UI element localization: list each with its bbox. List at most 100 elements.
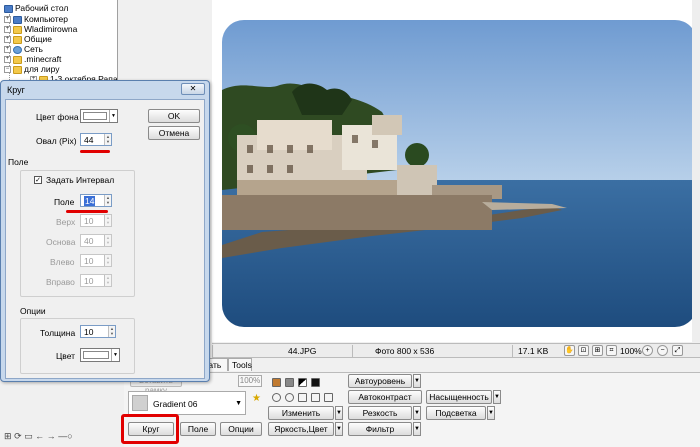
zoom-in-icon[interactable]: + — [642, 345, 653, 356]
bg-color-swatch — [83, 112, 107, 120]
preview-scrollbar[interactable] — [692, 0, 700, 342]
rotate-right-icon[interactable] — [285, 393, 294, 402]
back-arrow-icon[interactable]: ← — [35, 431, 44, 441]
set-interval-label: Задать Интервал — [46, 175, 115, 185]
contrast-icon[interactable] — [298, 378, 307, 387]
options-group-title: Опции — [20, 306, 46, 316]
status-filename: 44.JPG — [288, 346, 317, 356]
fit-window-icon[interactable]: ⊞ — [592, 345, 603, 356]
zoom-fit-icon[interactable]: ⊡ — [578, 345, 589, 356]
hand-icon[interactable]: ✋ — [564, 345, 575, 356]
highlight-button[interactable]: Подсветка — [426, 406, 486, 420]
expand-icon[interactable]: + — [4, 16, 11, 24]
expand-icon[interactable]: + — [4, 56, 11, 64]
saturation-button[interactable]: Насыщенность — [426, 390, 492, 404]
change-button[interactable]: Изменить — [268, 406, 334, 420]
bg-color-label: Цвет фона — [36, 112, 79, 122]
network-icon — [13, 45, 22, 54]
left-label: Влево — [50, 257, 75, 267]
status-dimensions: Фото 800 x 536 — [375, 346, 435, 356]
tab-tools[interactable]: Tools — [228, 358, 252, 371]
image-preview[interactable] — [212, 0, 700, 342]
mirror-icon[interactable] — [311, 393, 320, 402]
change-dropdown[interactable]: ▼ — [335, 406, 343, 420]
user-folder-icon — [13, 25, 22, 34]
folder-open-icon[interactable]: ▭ — [24, 431, 33, 441]
sharpness-dropdown[interactable]: ▼ — [413, 406, 421, 420]
spin-arrows-icon[interactable]: ▲ ▼ — [104, 195, 111, 206]
bottom-input[interactable]: 40 ▲ ▼ — [80, 234, 112, 247]
crop-icon[interactable]: ⌗ — [606, 345, 617, 356]
rotate-left-icon[interactable] — [272, 393, 281, 402]
ok-button[interactable]: OK — [148, 109, 200, 123]
chevron-down-icon: ▼ — [235, 400, 242, 407]
saturation-dropdown[interactable]: ▼ — [493, 390, 501, 404]
color-swatch-icon[interactable] — [272, 378, 281, 387]
field-input[interactable]: 14 ▲ ▼ — [80, 194, 112, 207]
line-color-swatch — [83, 351, 109, 359]
slider-icon[interactable]: —○ — [58, 431, 72, 441]
spin-arrows-icon[interactable]: ▲ ▼ — [104, 215, 111, 226]
expand-icon[interactable]: + — [4, 36, 11, 44]
spin-arrows-icon[interactable]: ▲ ▼ — [104, 134, 111, 145]
forward-arrow-icon[interactable]: → — [47, 431, 56, 441]
resize-icon[interactable] — [324, 393, 333, 402]
fullscreen-icon[interactable]: ⤢ — [672, 345, 683, 356]
brightness-dropdown[interactable]: ▼ — [335, 422, 343, 436]
expand-icon[interactable]: + — [4, 46, 11, 54]
thickness-input[interactable]: 10 ▲ ▼ — [80, 325, 116, 338]
filter-dropdown[interactable]: ▼ — [413, 422, 421, 436]
gradient-select[interactable]: Gradient 06 ▼ — [128, 391, 246, 415]
spin-arrows-icon[interactable]: ▲ ▼ — [108, 326, 115, 337]
highlight-dropdown[interactable]: ▼ — [487, 406, 495, 420]
status-bar: 44.JPG Фото 800 x 536 17.1 KB ✋ ⊡ ⊞ ⌗ 10… — [212, 343, 700, 358]
flip-icon[interactable] — [298, 393, 307, 402]
star-icon[interactable]: ★ — [252, 393, 261, 404]
spin-arrows-icon[interactable]: ▲ ▼ — [104, 235, 111, 246]
cancel-button[interactable]: Отмена — [148, 126, 200, 140]
right-label: Вправо — [46, 277, 75, 287]
expand-icon[interactable]: + — [4, 26, 11, 34]
close-icon[interactable]: ✕ — [181, 83, 205, 95]
collapse-icon[interactable]: − — [4, 66, 11, 74]
highlight-annotation-ring — [121, 414, 179, 444]
brightness-color-button[interactable]: Яркость,Цвет — [268, 422, 334, 436]
zoom-out-icon[interactable]: − — [657, 345, 668, 356]
line-color-picker[interactable]: ▼ — [80, 348, 120, 362]
auto-contrast-button[interactable]: Автоконтраст — [348, 390, 422, 404]
set-interval-checkbox[interactable]: ✓ — [34, 176, 42, 184]
gray-swatch-icon[interactable] — [285, 378, 294, 387]
auto-level-dropdown[interactable]: ▼ — [413, 374, 421, 388]
options-button[interactable]: Опции — [220, 422, 262, 436]
folder-icon — [13, 65, 22, 74]
refresh-icon[interactable]: ⟳ — [14, 431, 22, 441]
bg-color-picker[interactable]: ▼ — [80, 109, 118, 123]
dialog-title: Круг — [7, 85, 25, 95]
status-filesize: 17.1 KB — [518, 346, 549, 356]
folder-icon — [13, 55, 22, 64]
right-input[interactable]: 10 ▲ ▼ — [80, 274, 112, 287]
options-group — [20, 318, 135, 374]
sharpness-button[interactable]: Резкость — [348, 406, 412, 420]
underline-annotation — [80, 150, 110, 153]
auto-level-button[interactable]: Автоуровень — [348, 374, 412, 388]
field-group — [20, 170, 135, 297]
top-input[interactable]: 10 ▲ ▼ — [80, 214, 112, 227]
color-label: Цвет — [56, 351, 76, 361]
oval-input[interactable]: 44 ▲ ▼ — [80, 133, 112, 146]
thickness-label: Толщина — [40, 328, 76, 338]
top-label: Верх — [56, 217, 76, 227]
field-button[interactable]: Поле — [180, 422, 216, 436]
left-input[interactable]: 10 ▲ ▼ — [80, 254, 112, 267]
spin-arrows-icon[interactable]: ▲ ▼ — [104, 275, 111, 286]
filter-button[interactable]: Фильтр — [348, 422, 412, 436]
expand-icon[interactable]: ⊞ — [4, 431, 12, 441]
invert-icon[interactable] — [311, 378, 320, 387]
field-group-title: Поле — [8, 157, 29, 167]
tree-item-desktop[interactable]: Рабочий стол — [4, 3, 68, 14]
chevron-down-icon: ▼ — [111, 349, 119, 361]
spin-arrows-icon[interactable]: ▲ ▼ — [104, 255, 111, 266]
opacity-percent[interactable]: 100% — [238, 375, 262, 387]
desktop-icon — [4, 4, 13, 13]
bottom-left-icons: ⊞ ⟳ ▭ ← → —○ — [4, 431, 73, 443]
